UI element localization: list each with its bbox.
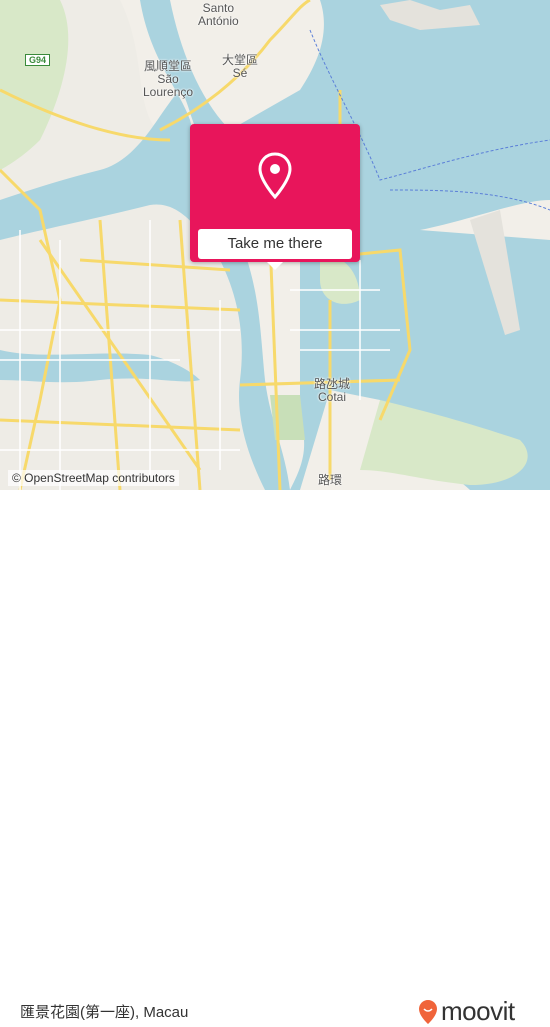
moovit-wordmark: moovit — [441, 996, 515, 1026]
map-label-coloane: 路環 — [318, 473, 343, 487]
map-label-cotai: 路氹城 Cotai — [314, 377, 351, 404]
highway-shield-g94: G94 — [25, 54, 51, 66]
location-pin-icon — [258, 152, 292, 200]
take-me-there-button[interactable]: Take me there — [198, 229, 352, 259]
map-label-santo-antonio: Santo António — [198, 1, 239, 28]
map-label-se: 大堂區 Sé — [222, 53, 259, 80]
map[interactable]: G94 Santo António 風順堂區 São Lourenço 大堂區 … — [0, 0, 550, 490]
moovit-logo: moovit — [418, 996, 515, 1027]
osm-attribution[interactable]: © OpenStreetMap contributors — [8, 470, 179, 486]
destination-popup: Take me there — [190, 124, 360, 270]
moovit-pin-icon — [419, 999, 437, 1024]
map-label-sao-lourenco: 風順堂區 São Lourenço — [143, 59, 194, 99]
place-name: 匯景花園(第一座), Macau — [20, 1004, 189, 1021]
footer: 匯景花園(第一座), Macau moovit — [0, 490, 550, 1026]
